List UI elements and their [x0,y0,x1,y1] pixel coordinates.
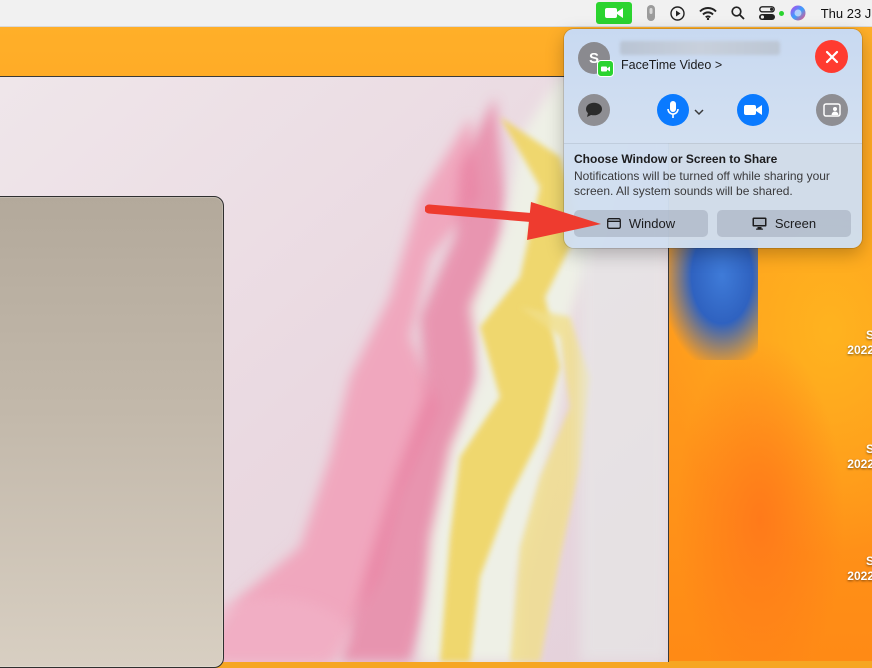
close-icon [825,50,838,63]
facetime-video-link[interactable]: FaceTime Video > [621,58,722,72]
desktop-file-label[interactable]: S 2022 [847,554,872,584]
desktop-file-label[interactable]: S 2022 [847,328,872,358]
menu-bar: Thu 23 J [0,0,872,27]
window-icon [606,218,621,229]
facetime-badge-icon [597,60,614,77]
microphone-button[interactable] [657,94,689,126]
camera-button[interactable] [737,94,769,126]
desktop-file-label-line2: 2022 [847,343,872,357]
share-title: Choose Window or Screen to Share [574,152,778,166]
share-screen-label: Screen [774,216,817,231]
shareplay-button[interactable] [816,94,848,126]
microphone-indicator-icon[interactable] [646,0,656,26]
desktop-file-label-line2: 2022 [847,457,872,471]
beige-window[interactable] [0,196,224,668]
messages-button[interactable] [578,94,610,126]
desktop-file-label-line1: S [865,328,872,342]
screen-share-icon [823,103,841,117]
annotation-arrow-icon [425,202,601,240]
desktop-file-label-line1: S [865,442,872,456]
share-description: Notifications will be turned off while s… [574,169,830,198]
chevron-down-icon[interactable] [694,103,704,121]
wallpaper-blue-accent [668,240,758,360]
facetime-video-label: FaceTime Video [621,58,712,72]
facetime-control-panel: S FaceTime Video > Choose Window or Scre… [564,29,862,248]
play-icon[interactable] [670,0,685,26]
desktop-file-label[interactable]: S 2022 [847,442,872,472]
end-call-button[interactable] [815,40,848,73]
search-icon[interactable] [731,0,745,26]
panel-divider [564,143,862,144]
facetime-video-icon[interactable] [596,2,632,24]
desktop-file-label-line1: S [865,554,872,568]
message-bubble-icon [586,102,602,117]
blurred-contact-name [620,41,780,55]
siri-icon[interactable] [790,0,806,26]
share-screen-button[interactable]: Screen [717,210,851,237]
control-center-icon[interactable] [759,0,775,26]
desktop-file-label-line2: 2022 [847,569,872,583]
camera-in-use-dot [779,10,784,16]
wifi-icon[interactable] [699,0,717,26]
menu-bar-clock[interactable]: Thu 23 J [820,0,872,26]
video-camera-icon [744,105,762,115]
chevron-right-icon: > [714,58,723,72]
display-icon [752,217,767,230]
microphone-icon [667,101,679,118]
share-window-label: Window [628,216,676,231]
